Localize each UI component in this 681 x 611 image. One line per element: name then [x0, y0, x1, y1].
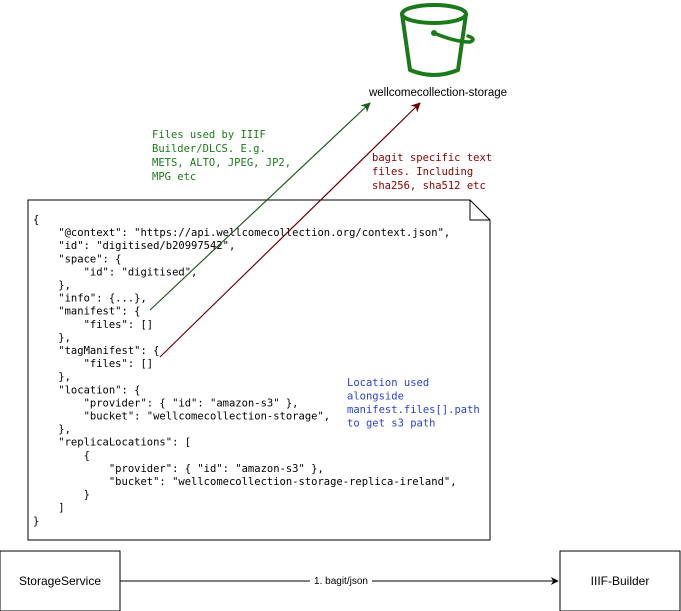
json-line: "files": [] — [33, 319, 153, 331]
json-line: "@context": "https://api.wellcomecollect… — [33, 227, 450, 239]
bucket-icon — [400, 3, 475, 77]
iiif-note-line: Files used by IIIF — [152, 129, 266, 141]
iiif-note-line: MPG etc — [152, 171, 196, 183]
json-line: "space": { — [33, 253, 122, 265]
json-line: "provider": { "id": "amazon-s3" }, — [33, 397, 299, 409]
location-note-line: manifest.files[].path — [347, 404, 480, 416]
iiif-note-line: Builder/DLCS. E.g. — [152, 143, 266, 155]
edge-label: 1. bagit/json — [314, 576, 368, 587]
json-line: }, — [33, 280, 71, 292]
bagit-note-line: sha256, sha512 etc — [372, 180, 486, 192]
location-note-line: to get s3 path — [347, 418, 436, 430]
iiif-files-note: Files used by IIIF Builder/DLCS. E.g. METS… — [152, 129, 291, 183]
json-line: }, — [33, 371, 71, 383]
json-line: } — [33, 515, 39, 527]
json-line: "bucket": "wellcomecollection-storage", — [33, 411, 330, 423]
json-line: "bucket": "wellcomecollection-storage-re… — [33, 476, 457, 488]
json-line: "location": { — [33, 384, 140, 396]
json-line: { — [33, 214, 39, 226]
iiif-builder-label: IIIF-Builder — [591, 574, 650, 588]
json-line: } — [33, 489, 90, 501]
bagit-files-note: bagit specific text files. Including sha25… — [372, 152, 492, 192]
json-line: "id": "digitised/b20997542", — [33, 240, 235, 252]
json-line: "info": {...}, — [33, 293, 147, 305]
json-line: "manifest": { — [33, 306, 140, 318]
json-line: "files": [] — [33, 358, 153, 370]
bagit-note-line: files. Including — [372, 166, 473, 178]
bucket-label: wellcomecollection-storage — [368, 87, 507, 99]
storage-service-label: StorageService — [19, 574, 101, 588]
json-line: }, — [33, 332, 71, 344]
location-note-line: Location used — [347, 377, 429, 389]
json-line: "tagManifest": { — [33, 345, 159, 357]
location-note-line: alongside — [347, 391, 404, 403]
architecture-diagram: wellcomecollection-storage { "@context":… — [0, 3, 681, 611]
json-line: { — [33, 450, 90, 462]
json-line: "provider": { "id": "amazon-s3" }, — [33, 463, 324, 475]
iiif-note-line: METS, ALTO, JPEG, JP2, — [152, 157, 291, 169]
json-line: "replicaLocations": [ — [33, 437, 191, 449]
bagit-note-line: bagit specific text — [372, 152, 492, 164]
json-line: ] — [33, 502, 65, 514]
json-line: }, — [33, 424, 71, 436]
json-line: "id": "digitised", — [33, 266, 197, 278]
